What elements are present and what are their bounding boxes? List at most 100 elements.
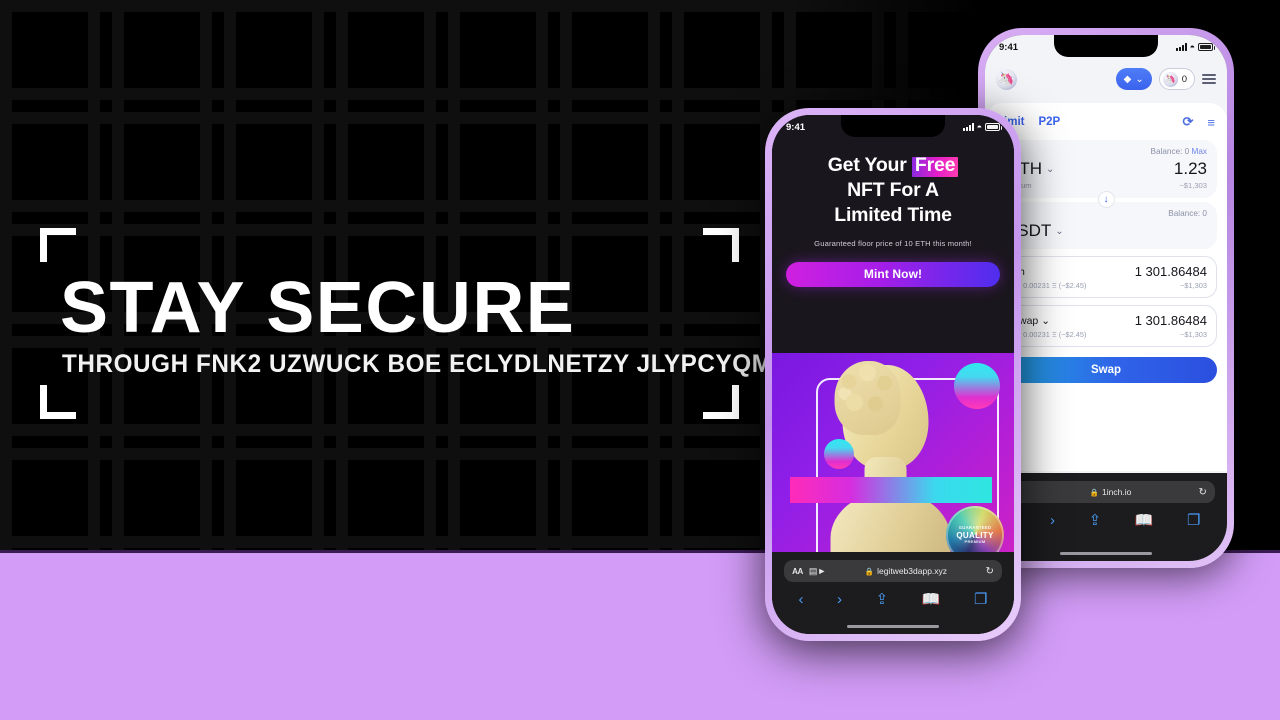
phone-front-screen: 9:41 ◓ Get Your Free NFT For A Limited T… [772,115,1014,634]
phone-notch [1054,35,1158,57]
quote-cost-eth: 0.00231 [1023,330,1050,339]
status-icons: ◓ [962,121,1002,132]
header-actions: ◆ ⌄ 🦄 0 [1115,68,1216,90]
tabs-icon[interactable]: ❐ [1187,511,1200,529]
signal-icon [962,123,974,131]
unicorn-logo-icon: 🦄 [996,68,1017,90]
swap-direction-button[interactable]: ↓ [995,191,1217,208]
home-indicator [847,624,939,628]
nft-artwork: GUARANTEED QUALITY PREMIUM [772,353,1014,558]
browser-chrome: ▤► 🔒 1inch.io ↻ ‹ › ⇪ 📖 ❐ [985,473,1227,561]
avatar: 🦄 [1162,71,1178,87]
tab-p2p[interactable]: P2P [1038,116,1060,128]
chevron-down-icon: ⌄ [1046,163,1055,175]
swap-button[interactable]: Swap [995,357,1217,383]
gradient-orb-large [954,363,1000,409]
address-bar[interactable]: AA ▤► 🔒 legitweb3dapp.xyz ↻ [784,560,1002,582]
book-icon[interactable]: 📖 [922,590,941,608]
quote-usd-value: ~$1,303 [1180,281,1207,290]
chevron-down-icon: ⌄ [1055,225,1064,237]
hamburger-menu-icon[interactable] [1202,74,1216,84]
viewfinder-bracket-top-left [40,228,76,262]
ethereum-symbol-icon: Ξ [1051,330,1057,339]
quote-cost-eth: 0.00231 [1023,281,1050,290]
wallet-chip[interactable]: 🦄 0 [1158,68,1195,90]
wifi-icon: ◓ [1189,41,1195,52]
quote-main: ...ch 1 301.86484 [1005,264,1207,279]
max-button[interactable]: Max [1192,147,1207,156]
background-purple-band [0,553,1280,720]
chevron-down-icon: ⌄ [1135,73,1144,85]
bust-hair [834,361,901,436]
mint-now-button[interactable]: Mint Now! [786,261,1000,287]
share-icon[interactable]: ⇪ [876,590,889,608]
signal-icon [1175,43,1187,51]
buy-balance: Balance: 0 [1168,209,1207,218]
glitch-bar [790,477,992,503]
share-icon[interactable]: ⇪ [1089,511,1102,529]
forward-icon[interactable]: › [1050,512,1055,529]
quote-cost-usd: (~$2.45) [1058,281,1087,290]
viewfinder-bracket-bottom-left [40,385,76,419]
buy-meta: buy Balance: 0 [1005,209,1207,218]
browser-toolbar: ‹ › ⇪ 📖 ❐ [782,590,1005,609]
viewfinder-bracket-top-right [703,228,739,262]
quote-amount: 1 301.86484 [1134,313,1207,328]
wifi-icon: ◓ [976,121,982,132]
battery-icon [1198,43,1215,51]
quote-row-alt[interactable]: ...swap ⌄ 1 301.86484 ...ost 0.00231 Ξ (… [995,305,1217,347]
quote-row-best[interactable]: ...ch 1 301.86484 ...ost 0.00231 Ξ (~$2.… [994,250,1217,298]
nft-landing-page: 9:41 ◓ Get Your Free NFT For A Limited T… [772,115,1014,634]
phone-mockup-front: 9:41 ◓ Get Your Free NFT For A Limited T… [765,108,1021,641]
text-size-button[interactable]: AA [792,567,803,576]
sliders-icon[interactable]: ≡ [1207,115,1215,130]
url-text: 1inch.io [1102,487,1132,497]
puzzle-icon[interactable]: ▤► [809,566,826,577]
sell-amount-input[interactable]: 1.23 [1174,159,1207,179]
quote-usd-value: ~$1,303 [1180,330,1207,339]
sell-usd-value: ~$1,303 [1179,181,1207,190]
quote-cost-usd: (~$2.45) [1058,330,1087,339]
badge-top-text: GUARANTEED [958,524,992,530]
quote-meta: ...ost 0.00231 Ξ (~$2.45) ~$1,303 [1005,330,1207,339]
ethereum-diamond-icon: ◆ [1123,73,1132,85]
reload-icon[interactable]: ↻ [1199,487,1207,498]
sell-meta: sell Balance: 0 Max [1008,147,1207,156]
sell-balance: Balance: 0 [1150,147,1190,156]
swap-tabs: Limit P2P ⟳ ≡ [995,112,1217,140]
quality-badge: GUARANTEED QUALITY PREMIUM [946,506,1004,558]
phone-notch [841,115,945,137]
sell-row: ETH ⌄ 1.23 [1008,159,1207,179]
wallet-count: 0 [1181,73,1187,85]
gradient-orb-small [824,439,854,469]
buy-row: USDT ⌄ [1005,221,1207,241]
oneinch-app: 🦄 ◆ ⌄ 🦄 0 Li [985,35,1227,561]
nft-subtitle: Guaranteed floor price of 10 ETH this mo… [814,238,972,248]
status-time: 9:41 [786,121,806,133]
book-icon[interactable]: 📖 [1135,511,1154,529]
home-indicator [1060,551,1152,555]
chevron-right-icon[interactable]: › [837,591,842,608]
refresh-icon[interactable]: ⟳ [1183,114,1194,130]
reload-icon[interactable]: ↻ [986,566,994,577]
sell-section: sell Balance: 0 Max ETH ⌄ 1.23 [995,140,1217,198]
chevron-down-icon: ⌄ [1041,314,1051,327]
badge-bottom-text: PREMIUM [964,538,986,544]
viewfinder-bracket-bottom-right [703,385,739,419]
status-icons: ◓ [1175,41,1215,52]
network-selector[interactable]: ◆ ⌄ [1115,68,1152,90]
lock-icon: 🔒 [864,566,875,576]
slide-canvas: STAY SECURE THROUGH FNK2 UZWUCK BOE ECLY… [0,0,1280,720]
tabs-icon[interactable]: ❐ [974,590,987,608]
chevron-left-icon[interactable]: ‹ [798,591,803,608]
sell-subrow: ...reum ~$1,303 [1008,181,1207,190]
app-header: 🦄 ◆ ⌄ 🦄 0 [985,59,1227,99]
quote-main: ...swap ⌄ 1 301.86484 [1005,313,1207,328]
browser-chrome: AA ▤► 🔒 legitweb3dapp.xyz ↻ ‹ › ⇪ 📖 ❐ [772,552,1014,634]
swap-card: Limit P2P ⟳ ≡ sell Balance: 0 Max [985,103,1227,471]
page-subtitle: THROUGH FNK2 UZWUCK BOE ECLYDLNETZY JLYP… [62,350,773,378]
address-bar[interactable]: ▤► 🔒 1inch.io ↻ [997,481,1215,503]
lock-icon: 🔒 [1089,487,1100,497]
status-time: 9:41 [999,41,1019,53]
headline-highlight: Free [911,153,959,178]
